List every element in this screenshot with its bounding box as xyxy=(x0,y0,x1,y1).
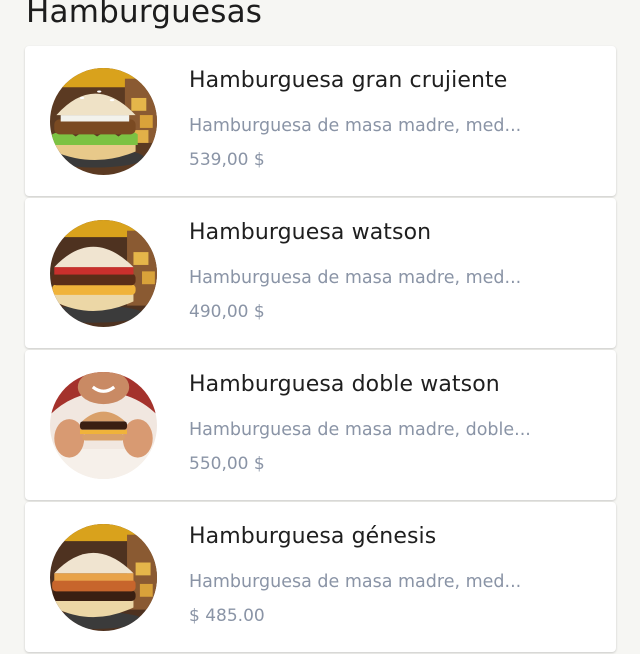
product-name: Hamburguesa génesis xyxy=(189,524,437,549)
product-price: 539,00 $ xyxy=(189,150,265,170)
product-description: Hamburguesa de masa madre, med... xyxy=(189,572,522,592)
section-title: Hamburguesas xyxy=(26,0,263,30)
product-image xyxy=(50,524,157,631)
product-name: Hamburguesa watson xyxy=(189,220,432,245)
product-name: Hamburguesa gran crujiente xyxy=(189,68,508,93)
product-name: Hamburguesa doble watson xyxy=(189,372,500,397)
product-image xyxy=(50,372,157,479)
product-description: Hamburguesa de masa madre, med... xyxy=(189,116,522,136)
product-image xyxy=(50,220,157,327)
product-description: Hamburguesa de masa madre, med... xyxy=(189,268,522,288)
product-description: Hamburguesa de masa madre, doble... xyxy=(189,420,531,440)
product-price: 550,00 $ xyxy=(189,454,265,474)
product-price: 490,00 $ xyxy=(189,302,265,322)
product-card[interactable]: Hamburguesa doble watson Hamburguesa de … xyxy=(25,350,616,500)
product-price: $ 485.00 xyxy=(189,606,265,626)
product-image xyxy=(50,68,157,175)
product-list: Hamburguesa gran crujiente Hamburguesa d… xyxy=(25,46,616,654)
product-card[interactable]: Hamburguesa gran crujiente Hamburguesa d… xyxy=(25,46,616,196)
product-card[interactable]: Hamburguesa génesis Hamburguesa de masa … xyxy=(25,502,616,652)
product-card[interactable]: Hamburguesa watson Hamburguesa de masa m… xyxy=(25,198,616,348)
